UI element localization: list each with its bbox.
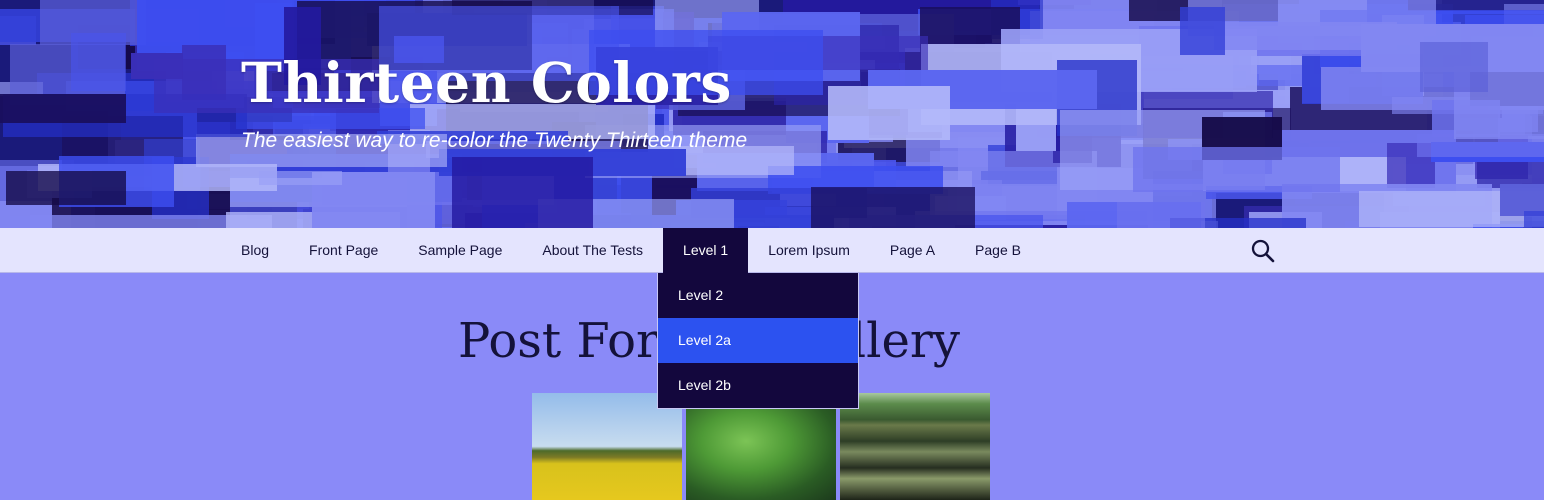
submenu-item-level-2b[interactable]: Level 2b bbox=[658, 363, 858, 408]
site-description: The easiest way to re-color the Twenty T… bbox=[241, 129, 748, 152]
banner-pixel-block bbox=[1117, 201, 1205, 228]
nav-item-level-1[interactable]: Level 1 bbox=[663, 228, 749, 273]
banner-pixel-block bbox=[1420, 41, 1488, 92]
search-icon[interactable] bbox=[1250, 238, 1276, 264]
submenu-level-1: Level 2 Level 2a Level 2b bbox=[657, 273, 859, 409]
banner-pixel-block bbox=[1214, 21, 1397, 50]
gallery-image-canola-field[interactable] bbox=[532, 393, 682, 500]
nav-item-blog[interactable]: Blog bbox=[221, 228, 289, 273]
banner-pixel-block bbox=[71, 32, 126, 91]
submenu-item-level-2a[interactable]: Level 2a bbox=[658, 318, 858, 363]
nav-item-page-a[interactable]: Page A bbox=[870, 228, 955, 273]
site-title[interactable]: Thirteen Colors bbox=[241, 50, 732, 115]
nav-item-sample-page[interactable]: Sample Page bbox=[398, 228, 522, 273]
site-header: Thirteen Colors The easiest way to re-co… bbox=[0, 0, 1544, 228]
banner-pixel-block bbox=[0, 93, 126, 123]
banner-pixel-block bbox=[6, 171, 126, 206]
banner-pixel-block bbox=[1523, 210, 1544, 228]
nav-item-front-page[interactable]: Front Page bbox=[289, 228, 398, 273]
main-menu: Blog Front Page Sample Page About The Te… bbox=[221, 228, 1041, 273]
gallery-image-vegetable-rows[interactable] bbox=[840, 393, 990, 500]
submenu-item-level-2[interactable]: Level 2 bbox=[658, 273, 858, 318]
navbar: Blog Front Page Sample Page About The Te… bbox=[0, 228, 1544, 273]
banner-pixel-block bbox=[451, 157, 593, 228]
banner-pixel-block bbox=[810, 187, 976, 228]
nav-item-about-the-tests[interactable]: About The Tests bbox=[522, 228, 663, 273]
nav-item-page-b[interactable]: Page B bbox=[955, 228, 1041, 273]
banner-pixel-block bbox=[828, 85, 950, 141]
gallery-image-green-plant[interactable] bbox=[686, 393, 836, 500]
nav-item-lorem-ipsum[interactable]: Lorem Ipsum bbox=[748, 228, 870, 273]
banner-pixel-block bbox=[259, 170, 343, 185]
banner-pixel-block bbox=[1132, 147, 1340, 193]
banner-pixel-block bbox=[1179, 6, 1225, 55]
